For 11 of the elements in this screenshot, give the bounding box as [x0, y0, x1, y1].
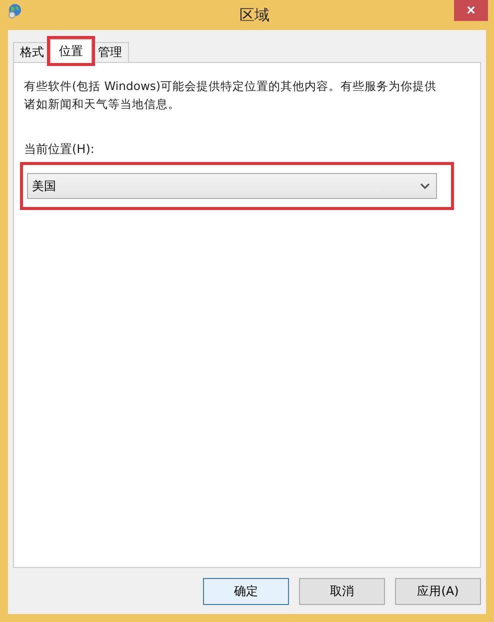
location-label: 当前位置(H): [24, 141, 96, 158]
chevron-down-icon [420, 182, 430, 190]
close-button[interactable]: × [454, 0, 488, 21]
dialog-button[interactable]: 应用(A) [395, 578, 481, 604]
dialog-button[interactable]: 取消 [299, 578, 385, 604]
description-text: 有些软件(包括 Windows)可能会提供特定位置的其他内容。有些服务为你提供诸如新闻和天气等当地信息。 [24, 78, 438, 113]
tab[interactable]: 位置 [50, 39, 92, 63]
dialog-button[interactable]: 确定 [203, 578, 289, 604]
location-dropdown[interactable]: 美国 [27, 173, 437, 199]
globe-icon [7, 3, 23, 19]
window-title: 区域 [240, 6, 270, 24]
